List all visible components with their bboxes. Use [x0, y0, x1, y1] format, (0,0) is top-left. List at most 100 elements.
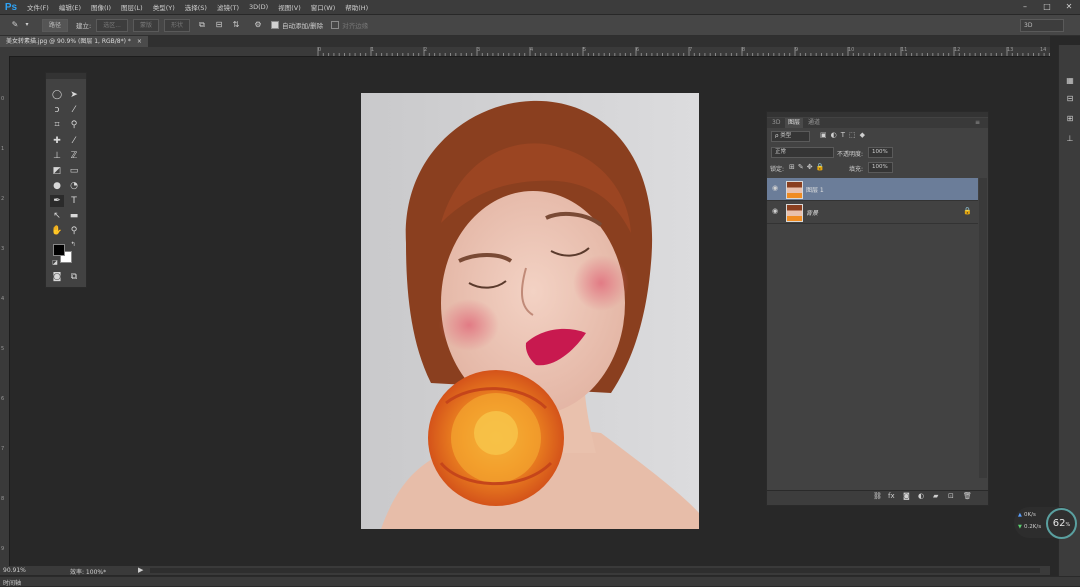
move-tool-icon[interactable]: ➤ — [67, 89, 81, 101]
layers-panel-tabs: 3D 图层 通道 ≡ — [767, 118, 988, 128]
pen-tool-icon[interactable]: ✒ — [50, 195, 64, 207]
hand-tool-icon[interactable]: ✋ — [50, 225, 64, 237]
properties-icon[interactable]: ⊞ — [1064, 113, 1076, 125]
foreground-color-swatch[interactable] — [53, 244, 65, 256]
menu-layer[interactable]: 图层(L) — [116, 2, 148, 12]
gradient-icon[interactable]: ▭ — [67, 165, 81, 177]
filter-icons[interactable]: ▣◐T⬚◆ — [820, 131, 869, 139]
type-tool-icon[interactable]: T — [67, 195, 81, 207]
clone-stamp-icon[interactable]: ⊥ — [50, 150, 64, 162]
path-alignment-icon[interactable]: ⊟ — [214, 20, 224, 30]
menu-file[interactable]: 文件(F) — [22, 2, 54, 12]
new-layer-icon[interactable]: ⊡ — [948, 492, 954, 500]
layer-kind-filter[interactable]: ρ 类型 — [771, 131, 810, 142]
lock-icons[interactable]: ⊞✎✥🔒 — [789, 163, 827, 171]
canvas-image[interactable] — [361, 93, 699, 529]
magic-wand-icon[interactable]: ⁄ — [67, 104, 81, 116]
adjustments-icon[interactable]: ⊟ — [1064, 93, 1076, 105]
layers-panel-header[interactable] — [767, 112, 988, 117]
paths-icon[interactable]: ⊥ — [1064, 133, 1076, 145]
make-shape-button[interactable]: 形状 — [163, 18, 190, 32]
eraser-icon[interactable]: ◩ — [50, 165, 64, 177]
document-tab[interactable]: 美女转素描.jpg @ 90.9% (图层 1, RGB/8*) * × — [0, 36, 148, 47]
close-tab-icon[interactable]: × — [137, 38, 142, 45]
zoom-tool-icon[interactable]: ⚲ — [67, 225, 81, 237]
menu-select[interactable]: 选择(S) — [180, 2, 212, 12]
quick-mask-icon[interactable]: ◙ — [50, 271, 64, 283]
maximize-button[interactable]: □ — [1036, 0, 1058, 14]
swap-colors-icon[interactable]: ↰ — [66, 239, 80, 251]
menu-type[interactable]: 类型(Y) — [148, 2, 180, 12]
fx-icon[interactable]: fx — [888, 492, 895, 500]
layers-scrollbar[interactable] — [979, 178, 987, 478]
menu-view[interactable]: 视图(V) — [273, 2, 306, 12]
history-brush-icon[interactable]: ℤ — [67, 150, 81, 162]
tab-3d[interactable]: 3D — [769, 118, 783, 128]
menu-3d[interactable]: 3D(D) — [244, 3, 273, 11]
tab-layers[interactable]: 图层 — [785, 118, 804, 128]
make-mask-button[interactable]: 蒙版 — [132, 18, 159, 32]
auto-add-delete-checkbox[interactable] — [270, 21, 279, 29]
new-group-icon[interactable]: ▰ — [933, 492, 938, 500]
tab-channels[interactable]: 通道 — [805, 118, 823, 128]
zoom-level[interactable]: 90.91% — [3, 567, 26, 574]
status-menu-arrow-icon[interactable]: ▶ — [138, 566, 143, 574]
ruler-top-label: 12 — [954, 47, 961, 53]
ruler-top-label: 7 — [689, 47, 693, 53]
opacity-input[interactable]: 100% — [868, 147, 893, 158]
make-selection-button[interactable]: 选区... — [96, 18, 128, 32]
ruler-left-label: 1 — [1, 146, 5, 152]
menu-help[interactable]: 帮助(H) — [340, 2, 373, 12]
trash-icon[interactable]: 🗑 — [963, 492, 972, 500]
rectangle-tool-icon[interactable]: ▬ — [67, 210, 81, 222]
chevron-down-icon[interactable]: ▾ — [22, 20, 32, 30]
timeline-label[interactable]: 时间轴 — [3, 578, 21, 587]
layer-row[interactable]: ◉ 背景 🔒 — [767, 201, 978, 224]
layer-row[interactable]: ◉ 图层 1 — [767, 178, 978, 201]
visibility-eye-icon[interactable]: ◉ — [772, 207, 780, 215]
blend-mode-select[interactable]: 正常 — [771, 147, 834, 158]
ruler-left-label: 6 — [1, 396, 5, 402]
brush-icon[interactable]: ⁄ — [67, 135, 81, 147]
close-window-button[interactable]: ✕ — [1058, 0, 1080, 14]
screen-mode-icon[interactable]: ⧉ — [67, 271, 81, 283]
menu-filter[interactable]: 滤镜(T) — [212, 2, 244, 12]
ruler-left-label: 3 — [1, 246, 5, 252]
network-speed-widget[interactable]: ▲ 0K/s ▼ 0.2K/s 62% — [1014, 507, 1077, 539]
fill-input[interactable]: 100% — [868, 162, 893, 173]
path-arrangement-icon[interactable]: ⇅ — [231, 20, 241, 30]
blur-icon[interactable]: ● — [50, 180, 64, 192]
eyedropper-icon[interactable]: ⚲ — [67, 119, 81, 131]
dodge-icon[interactable]: ◔ — [67, 180, 81, 192]
menu-edit[interactable]: 编辑(E) — [54, 2, 86, 12]
document-tab-bar: 美女转素描.jpg @ 90.9% (图层 1, RGB/8*) * × — [0, 36, 1050, 47]
healing-brush-icon[interactable]: ✚ — [50, 135, 64, 147]
layer-name[interactable]: 图层 1 — [806, 185, 824, 194]
link-layers-icon[interactable]: ⛓ — [873, 492, 882, 500]
minimize-button[interactable]: – — [1014, 0, 1036, 14]
default-colors-icon[interactable]: ◪ — [48, 257, 62, 269]
workspace-select[interactable]: 3D — [1020, 19, 1064, 32]
ruler-top-label: 10 — [848, 47, 855, 53]
path-operations-icon[interactable]: ⧉ — [197, 20, 207, 30]
menu-image[interactable]: 图像(I) — [86, 2, 116, 12]
adjustment-layer-icon[interactable]: ◐ — [918, 492, 924, 500]
pen-tool-icon[interactable]: ✎ — [10, 20, 20, 30]
swatches-icon[interactable]: ▦ — [1064, 75, 1076, 87]
add-mask-icon[interactable]: ◙ — [903, 492, 910, 500]
layer-name[interactable]: 背景 — [806, 208, 818, 217]
panel-menu-icon[interactable]: ≡ — [972, 118, 983, 128]
menu-window[interactable]: 窗口(W) — [306, 2, 341, 12]
tools-panel-header[interactable] — [46, 73, 86, 79]
ruler-top-label: 8 — [742, 47, 746, 53]
crop-icon[interactable]: ⌗ — [50, 119, 64, 131]
lasso-icon[interactable]: ↄ — [50, 104, 64, 116]
align-edges-checkbox[interactable] — [331, 21, 340, 29]
horizontal-scrollbar[interactable] — [150, 568, 1040, 573]
ellipse-marquee-icon[interactable]: ◯ — [50, 89, 64, 101]
gear-icon[interactable]: ⚙ — [253, 20, 263, 30]
top-ruler-ticks — [317, 47, 1050, 56]
pen-mode-select[interactable]: 路径 — [42, 18, 69, 32]
path-selection-icon[interactable]: ↖ — [50, 210, 64, 222]
visibility-eye-icon[interactable]: ◉ — [772, 184, 780, 192]
